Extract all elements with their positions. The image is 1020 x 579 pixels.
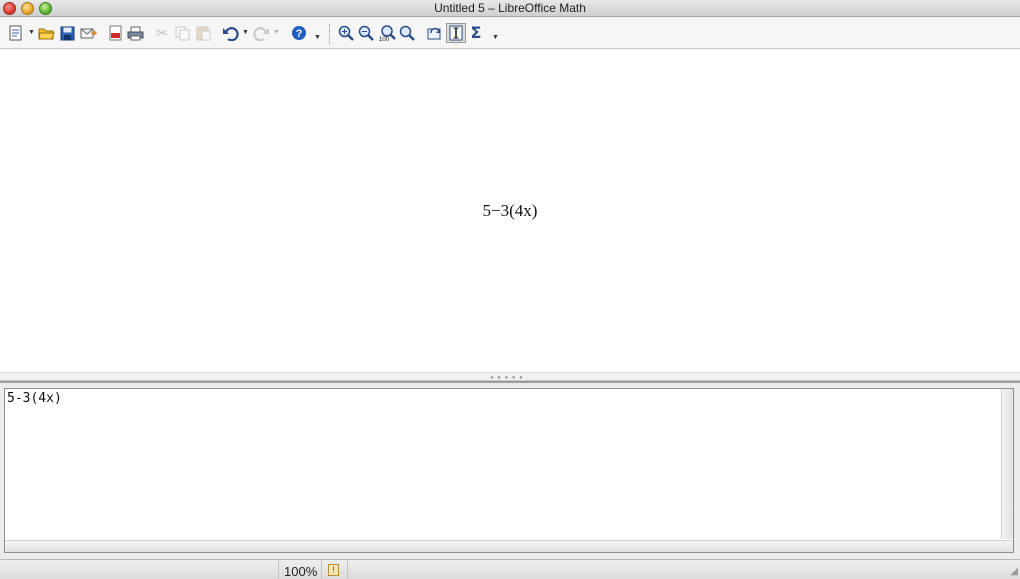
redo-icon — [252, 26, 269, 41]
commands-text[interactable]: 5-3(4x) — [7, 391, 62, 406]
svg-text:?: ? — [296, 28, 303, 40]
title-bar: Untitled 5 – LibreOffice Math — [0, 0, 1020, 17]
window-resize-grip-icon[interactable]: ◢ — [1010, 566, 1018, 577]
new-dropdown-arrow-icon[interactable]: ▼ — [28, 29, 35, 36]
zoom-100-icon: 100 — [379, 24, 396, 42]
zoom-out-icon — [358, 25, 374, 41]
toolbar-options-arrow-icon[interactable]: ▼ — [314, 34, 321, 41]
redo-button[interactable] — [251, 23, 271, 43]
standard-toolbar: ▼ ✂ ▼ ▼ ? ▼ 100 Σ ▼ — [0, 18, 1020, 49]
status-divider — [347, 560, 348, 579]
folder-open-icon — [37, 28, 55, 40]
toolbar-separator — [329, 24, 330, 44]
new-document-icon — [9, 25, 22, 41]
show-all-button[interactable] — [397, 23, 417, 43]
printer-icon — [127, 26, 143, 40]
horizontal-scrollbar[interactable] — [5, 540, 1013, 552]
undo-dropdown-arrow-icon[interactable]: ▼ — [242, 29, 249, 36]
help-icon: ? — [292, 26, 306, 40]
save-button[interactable] — [57, 23, 77, 43]
email-icon — [80, 28, 97, 39]
zoom-in-icon — [338, 25, 354, 41]
paste-icon — [196, 26, 210, 41]
zoom-in-button[interactable] — [336, 23, 356, 43]
svg-text:100: 100 — [379, 37, 390, 42]
floppy-disk-icon — [60, 26, 74, 40]
zoom-level[interactable]: 100% — [284, 564, 317, 579]
export-pdf-button[interactable] — [105, 23, 125, 43]
window-title: Untitled 5 – LibreOffice Math — [434, 1, 586, 15]
document-modified-icon[interactable]: ! — [328, 564, 339, 576]
formula-preview-pane[interactable]: 5−3(4x) — [0, 49, 1020, 372]
vertical-scrollbar[interactable] — [1001, 389, 1013, 539]
pane-splitter[interactable]: ● ● ● ● ● — [0, 372, 1020, 381]
paste-button[interactable] — [193, 23, 213, 43]
pdf-icon — [109, 25, 121, 41]
commands-editor[interactable]: 5-3(4x) — [4, 388, 1014, 553]
new-document-button[interactable] — [6, 23, 26, 43]
rendered-formula: 5−3(4x) — [482, 201, 538, 220]
status-divider — [278, 560, 279, 579]
print-button[interactable] — [125, 23, 145, 43]
cut-button[interactable]: ✂ — [152, 23, 172, 43]
text-cursor-icon — [449, 25, 463, 41]
undo-button[interactable] — [220, 23, 240, 43]
symbols-button[interactable]: Σ — [466, 23, 486, 43]
copy-icon — [175, 26, 189, 40]
open-button[interactable] — [36, 23, 56, 43]
undo-icon — [222, 26, 239, 41]
update-button[interactable] — [425, 23, 445, 43]
formula-cursor-button[interactable] — [446, 23, 466, 43]
scissors-icon: ✂ — [155, 24, 169, 42]
copy-button[interactable] — [172, 23, 192, 43]
refresh-icon — [427, 27, 440, 39]
show-all-icon — [399, 25, 415, 41]
zoom-100-button[interactable]: 100 — [377, 23, 397, 43]
email-button[interactable] — [78, 23, 98, 43]
zoom-out-button[interactable] — [356, 23, 376, 43]
status-divider — [321, 560, 322, 579]
status-bar: 100% ! ◢ — [0, 559, 1020, 579]
toolbar-options-arrow-2-icon[interactable]: ▼ — [492, 34, 499, 41]
sigma-icon: Σ — [470, 23, 482, 42]
help-button[interactable]: ? — [289, 23, 309, 43]
redo-dropdown-arrow-icon[interactable]: ▼ — [273, 29, 280, 36]
